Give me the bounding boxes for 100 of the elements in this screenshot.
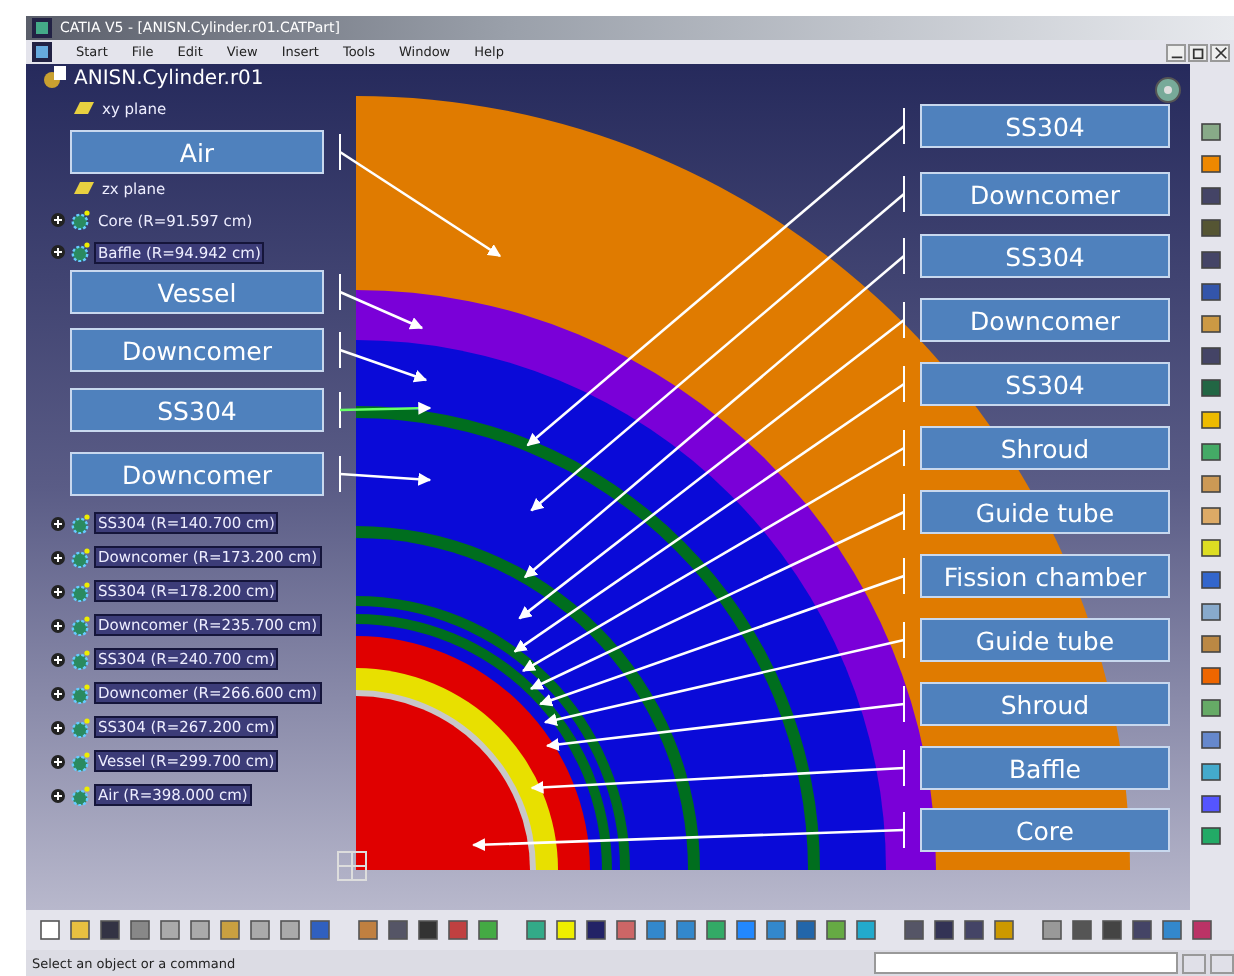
toolbar-icon[interactable] xyxy=(932,918,956,942)
toolbar-icon[interactable] xyxy=(308,918,332,942)
toolbar-icon[interactable] xyxy=(1200,696,1224,720)
toolbar-icon[interactable] xyxy=(824,918,848,942)
start-logo-icon[interactable] xyxy=(32,42,52,62)
toolbar-icon[interactable] xyxy=(1100,918,1124,942)
toolbar-icon[interactable] xyxy=(1200,408,1224,432)
toolbar-icon[interactable] xyxy=(1200,440,1224,464)
toolbar-icon[interactable] xyxy=(1200,376,1224,400)
callout-label: Core xyxy=(920,808,1170,852)
callout-label: Vessel xyxy=(70,270,324,314)
expand-icon[interactable] xyxy=(50,685,66,701)
toolbar-icon[interactable] xyxy=(614,918,638,942)
toolbar-icon[interactable] xyxy=(584,918,608,942)
toolbar-icon[interactable] xyxy=(854,918,878,942)
toolbar-icon[interactable] xyxy=(1200,120,1224,144)
expand-icon[interactable] xyxy=(50,753,66,769)
toolbar-icon[interactable] xyxy=(1200,504,1224,528)
toolbar-icon[interactable] xyxy=(1200,600,1224,624)
tree-root-label[interactable]: ANISN.Cylinder.r01 xyxy=(74,67,264,89)
toolbar-icon[interactable] xyxy=(524,918,548,942)
compass-icon[interactable] xyxy=(1154,76,1182,104)
toolbar-icon[interactable] xyxy=(992,918,1016,942)
callout-label: SS304 xyxy=(70,388,324,432)
callout-label: Baffle xyxy=(920,746,1170,790)
toolbar-icon[interactable] xyxy=(1130,918,1154,942)
callout-label: Downcomer xyxy=(920,172,1170,216)
toolbar-icon[interactable] xyxy=(1200,536,1224,560)
toolbar-icon[interactable] xyxy=(1200,216,1224,240)
gear-icon xyxy=(70,242,90,262)
toolbar-icon[interactable] xyxy=(1200,248,1224,272)
toolbar-icon[interactable] xyxy=(476,918,500,942)
leader-arrow xyxy=(339,455,432,493)
toolbar-icon[interactable] xyxy=(1200,760,1224,784)
callout-label: Shroud xyxy=(920,426,1170,470)
toolbar-icon[interactable] xyxy=(1190,918,1214,942)
toolbar-icon[interactable] xyxy=(356,918,380,942)
restore-icon xyxy=(1191,45,1205,59)
toolbar-icon[interactable] xyxy=(902,918,926,942)
expand-icon[interactable] xyxy=(50,719,66,735)
toolbar-icon[interactable] xyxy=(1200,472,1224,496)
toolbar-icon[interactable] xyxy=(962,918,986,942)
callout-label: Guide tube xyxy=(920,490,1170,534)
callout-label: Guide tube xyxy=(920,618,1170,662)
command-input[interactable] xyxy=(874,952,1178,974)
plane-icon xyxy=(74,98,94,118)
expand-icon[interactable] xyxy=(50,549,66,565)
toolbar-icon[interactable] xyxy=(1200,568,1224,592)
gear-icon xyxy=(70,717,90,737)
gear-icon xyxy=(70,785,90,805)
toolbar-icon[interactable] xyxy=(734,918,758,942)
expand-icon[interactable] xyxy=(50,617,66,633)
toolbar-icon[interactable] xyxy=(1200,280,1224,304)
toolbar-icon[interactable] xyxy=(764,918,788,942)
toolbar-icon[interactable] xyxy=(674,918,698,942)
toolbar-icon[interactable] xyxy=(1070,918,1094,942)
minimize-button[interactable] xyxy=(1166,43,1186,61)
callout-label: SS304 xyxy=(920,362,1170,406)
gear-icon xyxy=(70,649,90,669)
toolbar-icon[interactable] xyxy=(704,918,728,942)
toolbar-icon[interactable] xyxy=(1200,664,1224,688)
toolbar-icon[interactable] xyxy=(98,918,122,942)
callout-label: Fission chamber xyxy=(920,554,1170,598)
toolbar-icon[interactable] xyxy=(1040,918,1064,942)
toolbar-icon[interactable] xyxy=(1200,792,1224,816)
axis-icon xyxy=(337,851,367,881)
toolbar-icon[interactable] xyxy=(794,918,818,942)
gear-icon xyxy=(70,581,90,601)
restore-button[interactable] xyxy=(1188,43,1208,61)
toolbar-icon[interactable] xyxy=(1200,344,1224,368)
toolbar-icon[interactable] xyxy=(1200,312,1224,336)
toolbar-icon[interactable] xyxy=(416,918,440,942)
toolbar-icon[interactable] xyxy=(1200,184,1224,208)
toolbar-icon[interactable] xyxy=(38,918,62,942)
expand-icon[interactable] xyxy=(50,787,66,803)
expand-icon[interactable] xyxy=(50,583,66,599)
toolbar-icon[interactable] xyxy=(446,918,470,942)
expand-icon[interactable] xyxy=(50,515,66,531)
callout-label: Shroud xyxy=(920,682,1170,726)
callout-label: Downcomer xyxy=(920,298,1170,342)
plane-icon xyxy=(74,178,94,198)
toolbar-icon[interactable] xyxy=(1200,824,1224,848)
close-button[interactable] xyxy=(1210,43,1230,61)
app-logo-icon xyxy=(32,18,52,38)
toolbar-icon[interactable] xyxy=(644,918,668,942)
gear-icon xyxy=(70,210,90,230)
toolbar-icon[interactable] xyxy=(1200,632,1224,656)
leader-arrow xyxy=(339,391,432,429)
part-icon xyxy=(42,66,66,90)
gear-icon xyxy=(70,751,90,771)
expand-icon[interactable] xyxy=(50,651,66,667)
toolbar-icon[interactable] xyxy=(1160,918,1184,942)
leader-arrow xyxy=(339,331,428,383)
toolbar-icon[interactable] xyxy=(1200,728,1224,752)
expand-icon[interactable] xyxy=(50,212,66,228)
expand-icon[interactable] xyxy=(50,244,66,260)
toolbar-icon[interactable] xyxy=(1200,152,1224,176)
toolbar-icon[interactable] xyxy=(386,918,410,942)
gear-icon xyxy=(70,615,90,635)
toolbar-icon[interactable] xyxy=(128,918,152,942)
